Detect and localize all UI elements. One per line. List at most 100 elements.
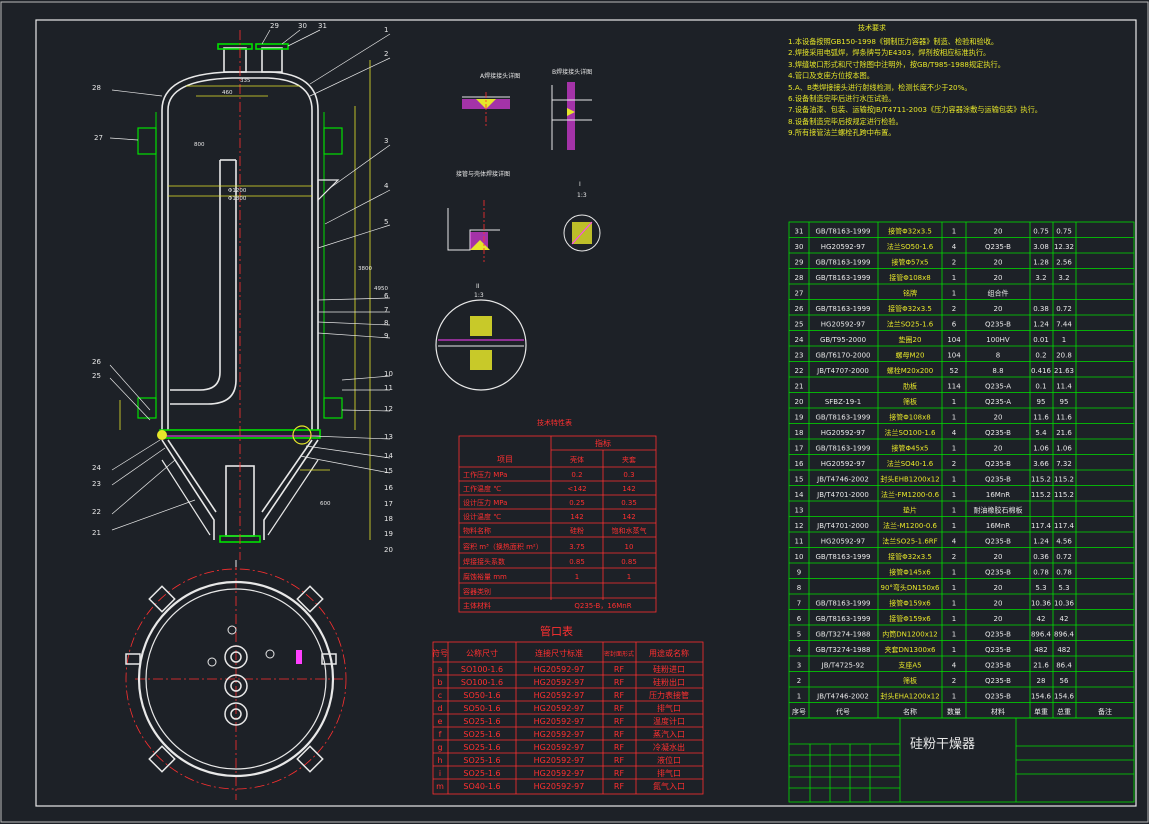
nozzle-cell: HG20592-97	[534, 782, 585, 791]
parts-list-cell: 21.63	[1054, 367, 1074, 375]
parts-list-cell: 7	[797, 600, 801, 608]
parts-list-cell: 95	[1037, 398, 1046, 406]
dimension-text: 800	[194, 142, 205, 148]
nozzle-cell: SO40-1.6	[463, 782, 500, 791]
nozzle-cell: RF	[614, 743, 625, 752]
leader-lines	[109, 29, 391, 531]
nozzle-header: 密封面形式	[604, 650, 634, 658]
parts-list-cell: 3.2	[1058, 274, 1069, 282]
parts-list-cell: 1.06	[1033, 445, 1049, 453]
section-label-detail-i: I	[579, 181, 581, 188]
parts-list-cell: 接管Φ159x6	[889, 599, 931, 608]
parts-list-cell: HG20592-97	[821, 243, 865, 251]
parts-list-cell: 铭牌	[903, 289, 917, 298]
callout-number: 19	[384, 530, 393, 538]
parts-list-cell: 13	[795, 507, 804, 515]
section-label-weld-a: A焊接接头详图	[480, 72, 520, 80]
title-block	[788, 717, 1135, 803]
nozzle-cell: 液位口	[657, 755, 681, 765]
parts-list-cell: 20	[994, 445, 1003, 453]
parts-list-cell: 2	[952, 259, 956, 267]
parts-list-cell: GB/T8163-1999	[815, 445, 870, 453]
parts-list-cell: 11	[795, 538, 804, 546]
design-row-value: Q235-B，16MnR	[574, 602, 631, 610]
parts-list-cell: 896.4	[1054, 631, 1075, 639]
parts-list-cell: 法兰SO100-1.6	[885, 428, 937, 437]
design-table-title: 技术特性表	[537, 418, 572, 427]
parts-list-cell: 1	[1062, 336, 1066, 344]
parts-list-cell: Q235-B	[985, 569, 1011, 577]
parts-list-cell: 螺栓M20x200	[887, 366, 933, 375]
nozzle-cell: RF	[614, 756, 625, 765]
design-data-text: 项目 指标壳体 夹套工作压力 MPa 0.2 0.3 工作温度 ℃ <142 142 设计压力 …	[463, 438, 647, 610]
design-row-label: 工作压力 MPa	[463, 470, 507, 479]
section-label-scale-i: 1:3	[577, 192, 587, 199]
parts-list-cell: Q235-B	[985, 476, 1011, 484]
parts-list-cell: 0.1	[1035, 383, 1046, 391]
parts-list-cell: Q235-B	[985, 677, 1011, 685]
nozzle-cell: a	[438, 665, 443, 674]
nozzle-cell: RF	[614, 769, 625, 778]
parts-list-cell: 接管Φ32x3.5	[888, 552, 932, 561]
callout-number: 21	[92, 529, 101, 537]
parts-list-header: 序号	[792, 707, 806, 716]
parts-list-cell: 11.4	[1056, 383, 1072, 391]
nozzle-cell: h	[437, 756, 442, 765]
parts-list-cell: 20	[994, 228, 1003, 236]
parts-list-cell: 2	[952, 305, 956, 313]
nozzle-cell: 温度计口	[653, 716, 685, 726]
parts-list-cell: 21	[795, 383, 804, 391]
parts-list-cell: 10.36	[1031, 600, 1052, 608]
parts-list-cell: 法兰SO25-1.6	[887, 320, 934, 329]
parts-list-cell: GB/T3274-1988	[815, 646, 870, 654]
parts-list-header: 材料	[991, 707, 1005, 716]
callout-number: 3	[384, 137, 388, 145]
callout-number: 9	[384, 332, 388, 340]
parts-list-cell: 1.24	[1033, 321, 1049, 329]
parts-list-cell: 筛板	[903, 397, 917, 406]
nozzle-cell: RF	[614, 717, 625, 726]
design-row-value: 0.2	[571, 471, 582, 479]
parts-list-cell: 内筒DN1200x12	[882, 630, 938, 639]
nozzle-header: 公称尺寸	[466, 648, 498, 658]
dimension-text: 460	[222, 90, 233, 96]
parts-list-cell: Q235-B	[985, 243, 1011, 251]
parts-list-cell: 1	[952, 615, 956, 623]
callout-number: 6	[384, 292, 389, 300]
parts-list-cell: 117.4	[1054, 522, 1075, 530]
parts-list-cell: 86.4	[1056, 662, 1072, 670]
design-row-label: 设计压力 MPa	[463, 498, 507, 507]
parts-list-cell: 螺母M20	[896, 351, 925, 360]
parts-list-cell: 3.08	[1033, 243, 1049, 251]
design-header: 夹套	[622, 455, 636, 464]
parts-list-cell: 29	[795, 259, 804, 267]
detail-weld-a	[462, 92, 510, 128]
tech-requirement-item: 6.设备制造完毕后进行水压试验。	[788, 94, 896, 104]
design-row-label: 容积 m³（换热面积 m²）	[463, 542, 543, 551]
parts-list-cell: 2.56	[1056, 259, 1072, 267]
parts-list-cell: 100HV	[986, 336, 1010, 344]
nozzle-cell: SO25-1.6	[463, 769, 500, 778]
parts-list-cell: 6	[797, 615, 802, 623]
parts-list-cell: GB/T95-2000	[820, 336, 866, 344]
callout-number: 12	[384, 405, 393, 413]
parts-list-cell: 482	[1034, 646, 1047, 654]
parts-list-cell: 接管Φ32x3.5	[888, 304, 932, 313]
parts-list-cell: 5.4	[1035, 429, 1047, 437]
detail-weld-c	[447, 200, 500, 262]
tech-requirement-item: 1.本设备按照GB150-1998《钢制压力容器》制造、检验和验收。	[788, 37, 999, 46]
nozzle-cell: c	[438, 691, 442, 700]
parts-list-cell: GB/T8163-1999	[815, 274, 870, 282]
nozzle-cell: 硅粉进口	[653, 664, 685, 674]
parts-list-cell: 56	[1060, 677, 1069, 685]
parts-list-cell: 22	[795, 367, 804, 375]
parts-list-cell: Q235-B	[985, 460, 1011, 468]
parts-list-cell: 垫片	[903, 506, 917, 515]
nozzle-cell: RF	[614, 704, 625, 713]
dimension-text: 600	[320, 501, 331, 507]
nozzle-cell: m	[436, 782, 444, 791]
tech-requirement-item: 2.焊接采用电弧焊，焊条牌号为E4303，焊剂按相应标准执行。	[788, 48, 991, 58]
parts-list-cell: 4	[952, 538, 957, 546]
parts-list-cell: 104	[947, 352, 961, 360]
parts-list-cell: 0.78	[1056, 569, 1072, 577]
